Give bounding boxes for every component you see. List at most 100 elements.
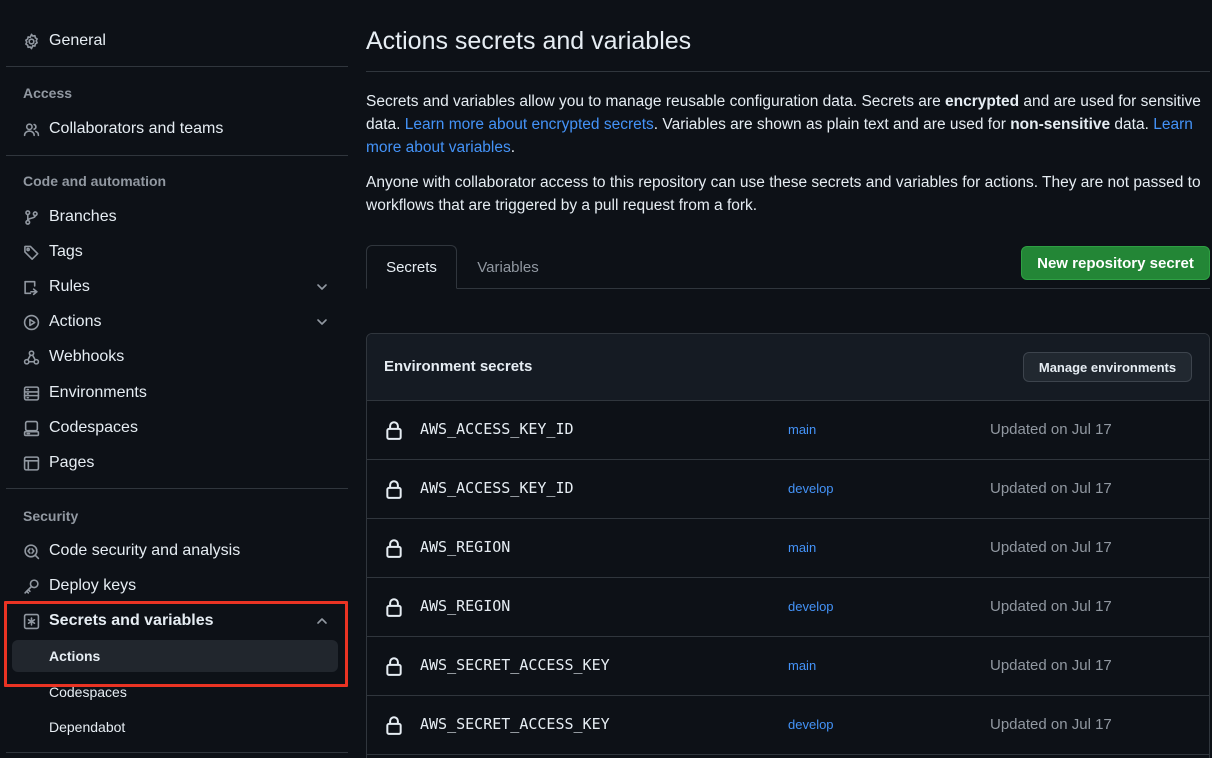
- sidebar-item-rules[interactable]: Rules: [12, 271, 338, 303]
- sidebar-item-label: Environments: [49, 384, 147, 401]
- tab-secrets[interactable]: Secrets: [366, 245, 457, 289]
- gear-icon: [22, 32, 40, 50]
- table-row[interactable]: AWS_SECRET_ACCESS_KEY main Updated on Jul …: [367, 637, 1209, 696]
- branch-icon: [22, 208, 40, 226]
- sidebar-subitem-dependabot[interactable]: Dependabot: [12, 711, 338, 743]
- description-text: data.: [1110, 116, 1154, 133]
- sidebar-item-environments[interactable]: Environments: [12, 377, 338, 409]
- sidebar-item-label: Branches: [49, 208, 117, 225]
- section-heading-access: Access: [23, 85, 73, 101]
- lock-icon: [385, 597, 403, 617]
- secret-name: AWS_ACCESS_KEY_ID: [420, 420, 574, 438]
- environment-secrets-header: Environment secrets Manage environments: [367, 334, 1209, 401]
- environment-secrets-title: Environment secrets: [384, 358, 533, 375]
- settings-page: General Access Collaborators and teams C…: [0, 0, 1212, 758]
- emphasis-encrypted: encrypted: [945, 93, 1020, 110]
- sidebar-item-general[interactable]: General: [12, 25, 338, 57]
- browser-icon: [22, 454, 40, 472]
- sidebar-item-label: Pages: [49, 454, 95, 471]
- secret-environment-link[interactable]: main: [788, 658, 816, 673]
- secret-name: AWS_REGION: [420, 538, 511, 556]
- sidebar-item-label: Secrets and variables: [49, 612, 214, 629]
- key-icon: [22, 577, 40, 595]
- sidebar-divider: [6, 66, 348, 67]
- lock-icon: [385, 656, 403, 676]
- new-repository-secret-button[interactable]: New repository secret: [1021, 246, 1210, 280]
- description-text: . Variables are shown as plain text and …: [653, 116, 1011, 133]
- description-secrets-variables: Secrets and variables allow you to manag…: [366, 90, 1206, 159]
- sidebar-divider: [6, 155, 348, 156]
- secret-environment-link[interactable]: main: [788, 540, 816, 555]
- sidebar-subitem-codespaces[interactable]: Codespaces: [12, 676, 338, 708]
- section-heading-security: Security: [23, 508, 79, 524]
- secret-environment-link[interactable]: develop: [788, 481, 834, 496]
- server-icon: [22, 384, 40, 402]
- table-row[interactable]: AWS_ACCESS_KEY_ID develop Updated on Jul 1…: [367, 460, 1209, 519]
- sidebar-item-actions[interactable]: Actions: [12, 306, 338, 338]
- settings-sidebar: General Access Collaborators and teams C…: [0, 0, 356, 758]
- secret-updated-date: Updated on Jul 17: [990, 480, 1112, 497]
- sidebar-item-label: Code security and analysis: [49, 542, 241, 559]
- secret-name: AWS_SECRET_ACCESS_KEY: [420, 656, 610, 674]
- secret-updated-date: Updated on Jul 17: [990, 539, 1112, 556]
- sidebar-item-tags[interactable]: Tags: [12, 236, 338, 268]
- webhook-icon: [22, 348, 40, 366]
- tab-variables[interactable]: Variables: [458, 245, 558, 289]
- secret-environment-link[interactable]: develop: [788, 717, 834, 732]
- rules-icon: [22, 278, 40, 296]
- tab-divider: [366, 288, 1210, 289]
- table-row[interactable]: AWS_SECRET_ACCESS_KEY develop Updated on J…: [367, 696, 1209, 755]
- table-row[interactable]: AWS_ACCESS_KEY_ID main Updated on Jul 17: [367, 401, 1209, 460]
- sidebar-divider: [6, 752, 348, 753]
- table-row[interactable]: AWS_REGION main Updated on Jul 17: [367, 519, 1209, 578]
- secret-name: AWS_REGION: [420, 597, 511, 615]
- secret-updated-date: Updated on Jul 17: [990, 657, 1112, 674]
- title-divider: [366, 71, 1210, 72]
- sidebar-item-label: Tags: [49, 243, 83, 260]
- main-content: Actions secrets and variables Secrets an…: [366, 0, 1212, 758]
- tag-icon: [22, 243, 40, 261]
- sidebar-item-label: Rules: [49, 278, 90, 295]
- sidebar-item-code-security[interactable]: Code security and analysis: [12, 535, 338, 567]
- lock-icon: [385, 715, 403, 735]
- sidebar-item-deploy-keys[interactable]: Deploy keys: [12, 570, 338, 602]
- sidebar-item-pages[interactable]: Pages: [12, 447, 338, 479]
- secret-updated-date: Updated on Jul 17: [990, 716, 1112, 733]
- description-text: Secrets and variables allow you to manag…: [366, 93, 946, 110]
- secret-updated-date: Updated on Jul 17: [990, 421, 1112, 438]
- sidebar-item-label: General: [49, 32, 106, 49]
- codespaces-icon: [22, 419, 40, 437]
- secret-name: AWS_ACCESS_KEY_ID: [420, 479, 574, 497]
- emphasis-non-sensitive: non-sensitive: [1010, 116, 1111, 133]
- sidebar-item-label: Webhooks: [49, 348, 125, 365]
- lock-icon: [385, 479, 403, 499]
- sidebar-subitem-actions[interactable]: Actions: [12, 640, 338, 672]
- secret-updated-date: Updated on Jul 17: [990, 598, 1112, 615]
- manage-environments-button[interactable]: Manage environments: [1023, 352, 1192, 382]
- sidebar-divider: [6, 488, 348, 489]
- sidebar-item-label: Collaborators and teams: [49, 120, 224, 137]
- people-icon: [22, 120, 40, 138]
- play-icon: [22, 313, 40, 331]
- table-row[interactable]: AWS_REGION develop Updated on Jul 17: [367, 578, 1209, 637]
- sidebar-item-label: Codespaces: [49, 419, 138, 436]
- chevron-down-icon[interactable]: [314, 314, 330, 330]
- asterisk-icon: [22, 612, 40, 630]
- chevron-up-icon[interactable]: [314, 613, 330, 629]
- sidebar-item-codespaces[interactable]: Codespaces: [12, 412, 338, 444]
- secret-environment-link[interactable]: develop: [788, 599, 834, 614]
- lock-icon: [385, 538, 403, 558]
- learn-more-encrypted-secrets-link[interactable]: Learn more about encrypted secrets: [405, 116, 654, 133]
- secret-environment-link[interactable]: main: [788, 422, 816, 437]
- sidebar-item-webhooks[interactable]: Webhooks: [12, 341, 338, 373]
- sidebar-item-label: Deploy keys: [49, 577, 137, 594]
- lock-icon: [385, 420, 403, 440]
- sidebar-item-secrets-variables[interactable]: Secrets and variables: [12, 605, 338, 637]
- section-heading-code-automation: Code and automation: [23, 173, 167, 189]
- environment-secrets-panel: Environment secrets Manage environments …: [366, 333, 1210, 758]
- codescan-icon: [22, 542, 40, 560]
- chevron-down-icon[interactable]: [314, 279, 330, 295]
- sidebar-item-collaborators[interactable]: Collaborators and teams: [12, 113, 338, 145]
- sidebar-item-branches[interactable]: Branches: [12, 201, 338, 233]
- sidebar-item-label: Actions: [49, 313, 102, 330]
